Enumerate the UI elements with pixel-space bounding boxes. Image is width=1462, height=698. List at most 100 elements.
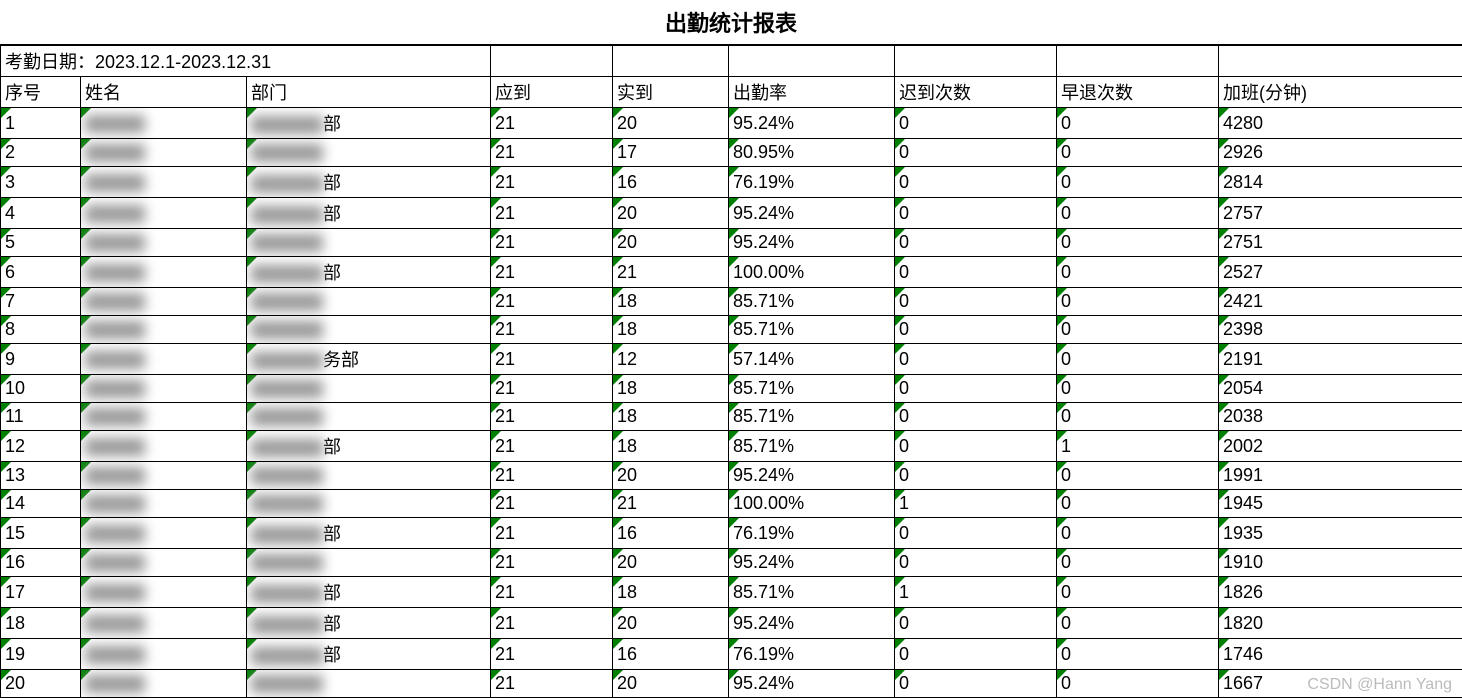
cell-actual: 18 [613,431,729,462]
cell-name: xxxxxx [81,577,247,608]
cell-late: 0 [895,403,1057,431]
cell-expected: 21 [491,198,613,229]
cell-overtime: 2191 [1219,344,1462,375]
table-row: 6xxxxxxxxxxxxxx部2121100.00%002527 [1,257,1462,288]
header-late: 迟到次数 [895,77,1057,108]
date-range-row: 考勤日期：2023.12.1-2023.12.31 [1,46,1462,77]
cell-expected: 21 [491,288,613,316]
cell-expected: 21 [491,431,613,462]
table-row: 19xxxxxxxxxxxxxx部211676.19%001746 [1,639,1462,670]
cell-name: xxxxxx [81,549,247,577]
cell-late: 0 [895,549,1057,577]
cell-actual: 20 [613,549,729,577]
header-name: 姓名 [81,77,247,108]
cell-early: 0 [1057,229,1219,257]
cell-early: 0 [1057,403,1219,431]
cell-overtime: 1935 [1219,518,1462,549]
cell-early: 1 [1057,431,1219,462]
cell-dept: xxxxxxxx [247,490,491,518]
cell-early: 0 [1057,167,1219,198]
table-row: 10xxxxxxxxxxxxxx211885.71%002054 [1,375,1462,403]
table-row: 11xxxxxxxxxxxxxx211885.71%002038 [1,403,1462,431]
cell-dept: xxxxxxxx部 [247,431,491,462]
cell-rate: 100.00% [729,257,895,288]
cell-late: 0 [895,198,1057,229]
cell-early: 0 [1057,490,1219,518]
cell-dept: xxxxxxxx部 [247,577,491,608]
header-overtime: 加班(分钟) [1219,77,1462,108]
cell-overtime: 2421 [1219,288,1462,316]
cell-dept: xxxxxxxx务部 [247,344,491,375]
cell-rate: 100.00% [729,490,895,518]
cell-expected: 21 [491,549,613,577]
cell-late: 0 [895,639,1057,670]
table-row: 2xxxxxxxxxxxxxx211780.95%002926 [1,139,1462,167]
cell-seq: 6 [1,257,81,288]
cell-seq: 13 [1,462,81,490]
cell-name: xxxxxx [81,462,247,490]
table-row: 15xxxxxxxxxxxxxx部211676.19%001935 [1,518,1462,549]
cell-expected: 21 [491,490,613,518]
cell-late: 0 [895,288,1057,316]
cell-seq: 2 [1,139,81,167]
cell-seq: 8 [1,316,81,344]
cell-seq: 19 [1,639,81,670]
cell-seq: 15 [1,518,81,549]
cell-late: 0 [895,139,1057,167]
cell-actual: 18 [613,403,729,431]
cell-name: xxxxxx [81,608,247,639]
cell-actual: 16 [613,167,729,198]
cell-rate: 57.14% [729,344,895,375]
cell-name: xxxxxx [81,490,247,518]
cell-actual: 20 [613,108,729,139]
cell-rate: 85.71% [729,375,895,403]
cell-actual: 18 [613,375,729,403]
cell-actual: 18 [613,316,729,344]
cell-actual: 16 [613,518,729,549]
cell-seq: 16 [1,549,81,577]
cell-seq: 11 [1,403,81,431]
cell-rate: 95.24% [729,462,895,490]
cell-expected: 21 [491,639,613,670]
cell-seq: 14 [1,490,81,518]
cell-name: xxxxxx [81,167,247,198]
date-range-cell: 考勤日期：2023.12.1-2023.12.31 [1,46,491,77]
cell-name: xxxxxx [81,518,247,549]
table-row: 8xxxxxxxxxxxxxx211885.71%002398 [1,316,1462,344]
cell-actual: 20 [613,229,729,257]
cell-expected: 21 [491,167,613,198]
cell-late: 0 [895,316,1057,344]
cell-actual: 20 [613,670,729,698]
cell-dept: xxxxxxxx [247,670,491,698]
table-row: 3xxxxxxxxxxxxxx部211676.19%002814 [1,167,1462,198]
cell-dept: xxxxxxxx部 [247,608,491,639]
cell-rate: 95.24% [729,198,895,229]
cell-early: 0 [1057,344,1219,375]
cell-overtime: 1991 [1219,462,1462,490]
cell-expected: 21 [491,139,613,167]
cell-expected: 21 [491,670,613,698]
cell-expected: 21 [491,608,613,639]
cell-seq: 20 [1,670,81,698]
cell-late: 1 [895,490,1057,518]
cell-late: 0 [895,229,1057,257]
attendance-table: 考勤日期：2023.12.1-2023.12.31 序号 姓名 部门 应到 实到… [0,45,1462,698]
cell-late: 0 [895,344,1057,375]
cell-overtime: 2757 [1219,198,1462,229]
cell-dept: xxxxxxxx部 [247,639,491,670]
header-early: 早退次数 [1057,77,1219,108]
cell-actual: 18 [613,288,729,316]
cell-overtime: 2926 [1219,139,1462,167]
table-row: 17xxxxxxxxxxxxxx部211885.71%101826 [1,577,1462,608]
cell-overtime: 2054 [1219,375,1462,403]
cell-actual: 20 [613,462,729,490]
cell-late: 0 [895,462,1057,490]
cell-late: 0 [895,518,1057,549]
header-dept: 部门 [247,77,491,108]
cell-overtime: 2038 [1219,403,1462,431]
cell-dept: xxxxxxxx [247,375,491,403]
cell-overtime: 2398 [1219,316,1462,344]
cell-overtime: 1945 [1219,490,1462,518]
cell-actual: 16 [613,639,729,670]
cell-expected: 21 [491,462,613,490]
